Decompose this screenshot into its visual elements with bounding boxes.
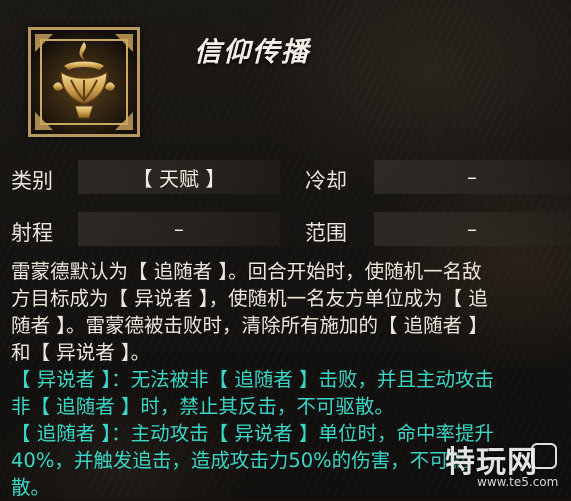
site-watermark: 特玩网 www.te5.com — [443, 437, 563, 493]
description-line: 随者 】。雷蒙德被击败时，清除所有施加的【 追随者 】 — [11, 314, 488, 337]
range-label: 射程 — [11, 221, 53, 245]
cooldown-value: – — [374, 160, 570, 194]
cooldown-label: 冷却 — [305, 169, 347, 193]
description-line: 和【 异说者 】。 — [11, 341, 151, 364]
heretic-effect-line: 【 异说者 】：无法被非【 追随者 】击败，并且主动攻击 — [11, 368, 495, 391]
skill-emblem-icon — [28, 27, 140, 137]
heretic-effect-line: 非【 追随者 】时，禁止其反击，不可驱散。 — [11, 395, 394, 418]
description-line: 方目标成为【 异说者 】，使随机一名友方单位成为【 追 — [11, 287, 488, 310]
area-value: – — [374, 212, 570, 246]
category-label: 类别 — [11, 169, 53, 193]
category-value: 【 天赋 】 — [78, 160, 280, 194]
range-value: – — [78, 212, 280, 246]
watermark-logo-icon — [531, 443, 557, 469]
skill-title: 信仰传播 — [194, 37, 310, 68]
area-label: 范围 — [305, 221, 347, 245]
watermark-url: www.te5.com — [477, 475, 559, 489]
description-line: 雷蒙德默认为【 追随者 】。回合开始时，使随机一名敌 — [11, 260, 482, 283]
